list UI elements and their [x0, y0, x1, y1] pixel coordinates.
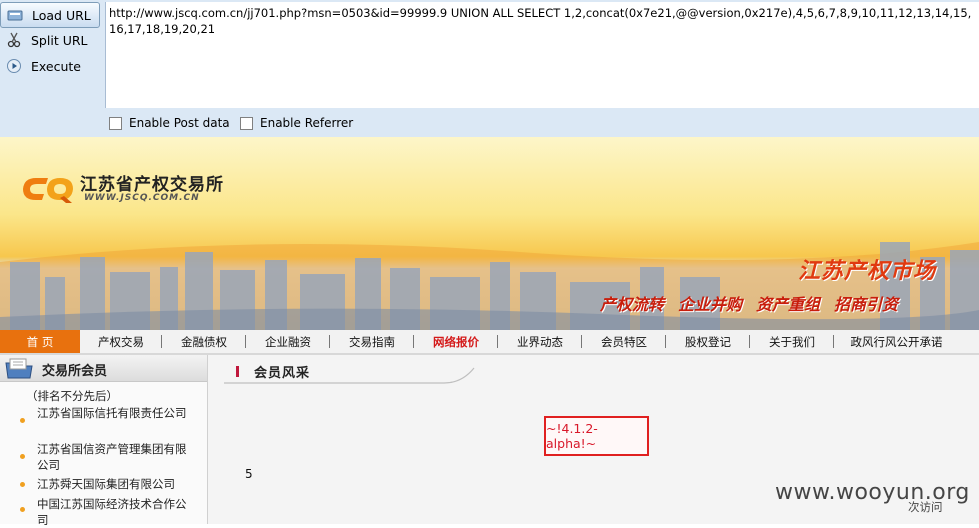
result-count: 5: [245, 467, 253, 481]
nav-equity-registration[interactable]: 股权登记: [666, 330, 750, 353]
bullet-icon: [20, 454, 25, 459]
site-url: WWW.JSCQ.COM.CN: [84, 193, 200, 203]
slogan: 招商引资: [834, 295, 899, 314]
checkbox-box[interactable]: [109, 116, 122, 130]
section-tab: 会员风采: [224, 358, 475, 384]
bullet-icon: [20, 482, 25, 487]
enable-referrer-label: Enable Referrer: [260, 116, 354, 130]
market-title: 江苏产权市场: [798, 259, 937, 284]
sidebar-title: 交易所会员: [42, 364, 108, 379]
section-marker: [236, 366, 239, 377]
scissors-icon: [6, 32, 22, 48]
play-icon: [6, 58, 22, 74]
load-url-button[interactable]: Load URL: [0, 2, 100, 28]
nav-property-trade[interactable]: 产权交易: [80, 330, 162, 353]
injection-result: ~!4.1.2-alpha!~: [544, 416, 649, 456]
slogan: 资产重组: [756, 295, 821, 314]
jscq-logo-icon: [23, 178, 73, 203]
member-folder-icon: [5, 358, 33, 379]
execute-button[interactable]: Execute: [0, 54, 100, 78]
bullet-icon: [20, 418, 25, 423]
sidebar-note: （排名不分先后）: [26, 389, 118, 403]
member-link[interactable]: 江苏省国际信托有限责任公司: [37, 405, 187, 421]
watermark: www.wooyun.org: [775, 480, 970, 505]
main-nav: 首 页 产权交易 金融债权 企业融资 交易指南 网络报价 业界动态 会员特区 股…: [0, 330, 979, 355]
member-link[interactable]: 江苏省国信资产管理集团有限公司: [37, 441, 187, 473]
nav-integrity-pledge[interactable]: 政风行风公开承诺: [834, 330, 959, 353]
enable-post-checkbox[interactable]: Enable Post data: [109, 116, 230, 130]
nav-online-quote[interactable]: 网络报价: [414, 330, 498, 353]
slogan-row: 产权流转 企业并购 资产重组 招商引资: [600, 291, 898, 315]
enable-referrer-checkbox[interactable]: Enable Referrer: [240, 116, 353, 130]
sidebar-header: 交易所会员: [0, 355, 207, 382]
section-title: 会员风采: [254, 366, 311, 381]
split-url-label: Split URL: [31, 32, 88, 48]
nav-home[interactable]: 首 页: [0, 330, 80, 353]
bullet-icon: [20, 507, 25, 512]
nav-member-zone[interactable]: 会员特区: [582, 330, 666, 353]
site-banner: 江苏省产权交易所 WWW.JSCQ.COM.CN 江苏产权市场 产权流转 企业并…: [0, 137, 979, 330]
execute-label: Execute: [31, 58, 81, 74]
slogan: 产权流转: [600, 295, 665, 314]
nav-enterprise-financing[interactable]: 企业融资: [246, 330, 330, 353]
hackbar-panel: Load URL Split URL Execute http://www.js…: [0, 0, 979, 137]
load-url-label: Load URL: [32, 7, 91, 23]
checkbox-box[interactable]: [240, 116, 253, 130]
enable-post-label: Enable Post data: [129, 116, 230, 130]
split-url-button[interactable]: Split URL: [0, 28, 100, 52]
member-sidebar: 交易所会员 （排名不分先后） 江苏省国际信托有限责任公司 江苏省国信资产管理集团…: [0, 355, 208, 527]
member-link[interactable]: 江苏舜天国际集团有限公司: [37, 476, 187, 492]
nav-about-us[interactable]: 关于我们: [750, 330, 834, 353]
nav-industry-news[interactable]: 业界动态: [498, 330, 582, 353]
url-textarea[interactable]: http://www.jscq.com.cn/jj701.php?msn=050…: [105, 2, 979, 108]
slogan: 企业并购: [678, 295, 743, 314]
nav-trade-guide[interactable]: 交易指南: [330, 330, 414, 353]
member-link[interactable]: 中国江苏国际经济技术合作公司: [37, 496, 187, 528]
site-name: 江苏省产权交易所: [80, 175, 224, 195]
nav-financial-claims[interactable]: 金融债权: [162, 330, 246, 353]
load-url-icon: [7, 7, 23, 23]
